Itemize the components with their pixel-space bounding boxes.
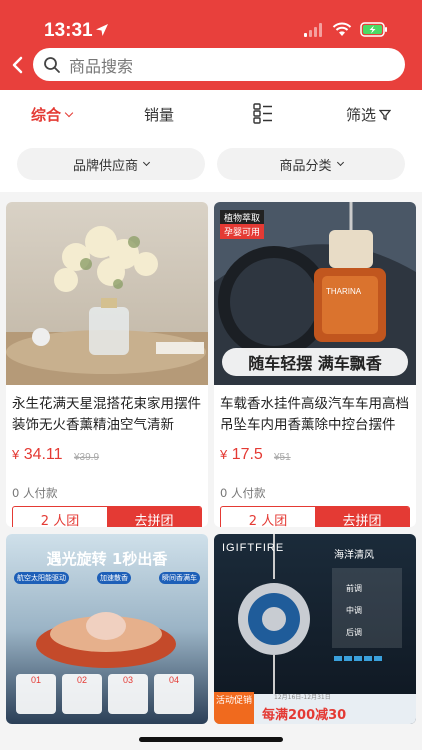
group-size: 2 人团 [248,513,288,528]
product-title[interactable]: 永生花满天星混搭花束家用摆件装饰无火香薰精油空气清新 [12,394,202,436]
sort-bar: 综合 销量 筛选 [0,90,422,138]
price-value: 17.5 [231,446,263,463]
product-price: ¥ 17.5 [220,446,263,464]
product-card[interactable]: 遇光旋转 1秒出香 航空太阳能驱动 加速散香 瞬间香满车 01 02 03 04 [6,534,208,724]
location-arrow-icon [96,24,108,36]
image-notes: 前调 中调 后调 [346,578,362,644]
image-step: 02 [76,675,87,685]
product-card[interactable]: 植物萃取 孕婴可用 THARINA 随车轻摆 满车飘香 车载香水挂件高级汽车车用… [214,202,416,527]
sort-tab-label: 销量 [144,106,175,124]
image-promo-tag: 活动促销 [214,692,254,724]
status-time: 13:31 [44,20,93,41]
image-promo-dates: 12月16日-12月31日 [274,694,331,701]
filter-row: 品牌供应商 商品分类 [0,138,422,192]
price-value: 34.11 [23,446,63,463]
chevron-down-icon [142,158,151,166]
original-price: ¥39.9 [74,452,100,463]
image-note: 前调 [346,584,362,593]
sold-count: 0 人付款 [220,486,266,500]
image-tags: 航空太阳能驱动 加速散香 瞬间香满车 [14,572,200,584]
image-note: 后调 [346,628,362,637]
image-promo-offer: 每满200减30 [262,708,347,723]
sort-tab-filter[interactable]: 筛选 [346,104,392,125]
status-icons [304,22,388,37]
image-steps: 01 02 03 04 [16,675,194,685]
signal-icon [304,22,322,37]
chevron-down-icon [64,108,74,117]
image-tag: 加速散香 [97,572,131,584]
filter-label: 品牌供应商 [72,158,138,174]
product-image[interactable]: 遇光旋转 1秒出香 航空太阳能驱动 加速散香 瞬间香满车 01 02 03 04 [6,534,208,724]
image-tag: 航空太阳能驱动 [14,572,69,584]
product-title[interactable]: 车载香水挂件高级汽车车用高档吊坠车内用香薰除中控台摆件 [220,394,410,436]
layout-toggle-icon[interactable] [252,102,274,124]
sort-tab-comprehensive[interactable]: 综合 [31,104,74,125]
search-input[interactable]: 商品搜索 [33,48,405,81]
sold-count: 0 人付款 [12,486,58,500]
image-step: 04 [168,675,179,685]
filter-label: 商品分类 [279,158,332,174]
group-size: 2 人团 [40,513,80,528]
sort-tab-label: 综合 [31,106,62,124]
image-brand: THARINA [326,287,362,296]
image-title: 海洋清风 [334,550,374,561]
product-price: ¥ 34.11 [12,446,63,464]
battery-charging-icon [360,22,387,37]
image-step: 01 [30,675,41,685]
image-badge: 孕婴可用 [220,224,265,239]
group-buy-bar[interactable]: 2 人团 去拼团 [220,506,410,527]
chevron-down-icon [336,158,344,166]
product-image[interactable]: IGIFTFIRE 海洋清风 前调 中调 后调 活动促销 12月16日-12月3… [214,534,416,724]
group-buy-bar[interactable]: 2 人团 去拼团 [12,506,202,527]
original-price: ¥51 [274,452,291,463]
join-group-button[interactable]: 去拼团 [107,507,201,527]
product-image[interactable]: 植物萃取 孕婴可用 THARINA 随车轻摆 满车飘香 [214,202,416,385]
product-image[interactable] [6,202,208,385]
product-card[interactable]: IGIFTFIRE 海洋清风 前调 中调 后调 活动促销 12月16日-12月3… [214,534,416,724]
search-icon [44,56,60,73]
search-placeholder: 商品搜索 [69,56,134,76]
sort-tab-label: 筛选 [346,106,377,124]
app-header: 13:31 商品搜索 [0,0,422,90]
join-group-button[interactable]: 去拼团 [315,507,409,527]
image-tag: 瞬间香满车 [159,572,200,584]
image-banner: 随车轻摆 满车飘香 [222,348,408,376]
image-step: 03 [122,675,133,685]
back-button[interactable] [8,54,28,76]
image-headline: 遇光旋转 1秒出香 [46,550,168,568]
wifi-icon [332,22,352,36]
home-indicator[interactable] [139,737,283,742]
price-symbol: ¥ [12,447,20,462]
filter-category[interactable]: 商品分类 [217,148,405,180]
product-grid: 永生花满天星混搭花束家用摆件装饰无火香薰精油空气清新 ¥ 34.11 ¥39.9… [0,192,422,732]
sort-tab-sales[interactable]: 销量 [144,104,174,125]
image-brand: IGIFTFIRE [222,542,285,554]
filter-brand-supplier[interactable]: 品牌供应商 [17,148,205,180]
image-note: 中调 [346,606,362,615]
image-badge: 植物萃取 [220,210,265,225]
price-symbol: ¥ [220,447,228,462]
product-card[interactable]: 永生花满天星混搭花束家用摆件装饰无火香薰精油空气清新 ¥ 34.11 ¥39.9… [6,202,208,527]
filter-icon [379,109,392,121]
